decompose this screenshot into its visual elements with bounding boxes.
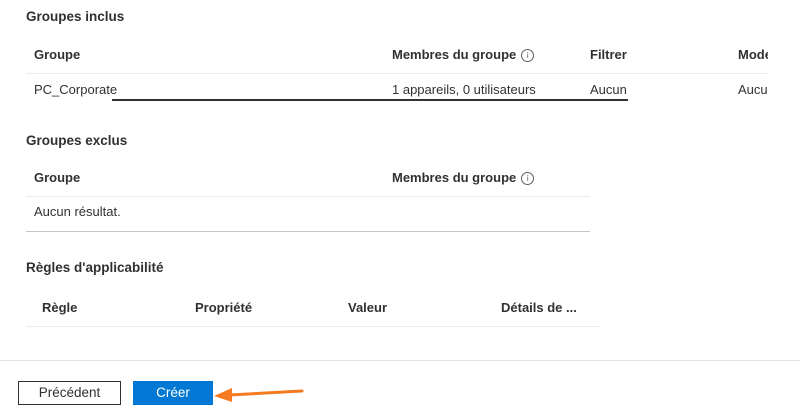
column-header-group[interactable]: Groupe — [34, 170, 80, 185]
create-button[interactable]: Créer — [133, 381, 213, 405]
column-header-filter[interactable]: Filtrer — [590, 47, 627, 62]
column-header-value[interactable]: Valeur — [348, 300, 387, 315]
column-header-members-label: Membres du groupe — [392, 47, 517, 62]
excluded-groups-title: Groupes exclus — [26, 133, 128, 148]
group-members-cell: 1 appareils, 0 utilisateurs — [392, 82, 536, 97]
previous-button[interactable]: Précédent — [18, 381, 121, 405]
column-header-rule[interactable]: Règle — [42, 300, 77, 315]
included-groups-title: Groupes inclus — [26, 9, 125, 24]
empty-row: Aucun résultat. — [26, 196, 590, 232]
row-underline — [112, 99, 628, 101]
column-header-members[interactable]: Membres du groupe i — [392, 170, 535, 185]
annotation-arrow-icon — [214, 388, 304, 402]
included-groups-table: Groupe Membres du groupe i Filtrer Mode P… — [26, 39, 768, 105]
annotation-arrow-head — [214, 388, 232, 402]
footer-divider — [0, 360, 800, 361]
column-header-mode[interactable]: Mode — [738, 47, 768, 62]
empty-result-text: Aucun résultat. — [34, 204, 121, 219]
group-name-cell[interactable]: PC_Corporate — [34, 82, 117, 97]
table-header-row: Groupe Membres du groupe i — [26, 162, 590, 197]
column-header-details[interactable]: Détails de ... — [501, 300, 577, 315]
excluded-groups-table: Groupe Membres du groupe i Aucun résultat… — [26, 162, 590, 232]
info-icon[interactable]: i — [521, 172, 535, 185]
applicability-rules-title: Règles d'applicabilité — [26, 260, 164, 275]
annotation-arrow-shaft — [228, 389, 304, 397]
filter-cell: Aucun — [590, 82, 627, 97]
column-header-property[interactable]: Propriété — [195, 300, 252, 315]
table-row[interactable]: PC_Corporate 1 appareils, 0 utilisateurs… — [26, 73, 768, 105]
table-header-row: Groupe Membres du groupe i Filtrer Mode — [26, 39, 768, 74]
column-header-members[interactable]: Membres du groupe i — [392, 47, 535, 62]
mode-cell: Aucun — [738, 82, 768, 97]
applicability-rules-table: Règle Propriété Valeur Détails de ... — [26, 292, 601, 327]
column-header-members-label: Membres du groupe — [392, 170, 517, 185]
column-header-group[interactable]: Groupe — [34, 47, 80, 62]
table-header-row: Règle Propriété Valeur Détails de ... — [26, 292, 601, 327]
info-icon[interactable]: i — [521, 49, 535, 62]
